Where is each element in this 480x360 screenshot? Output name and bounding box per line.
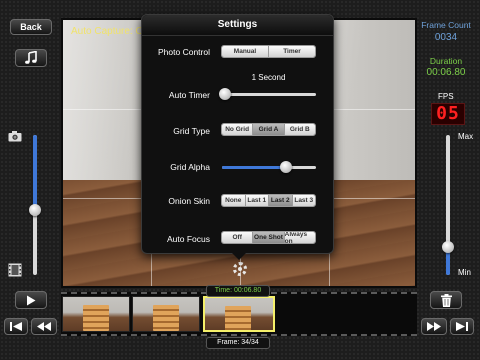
filmstrip-frame[interactable] (62, 296, 130, 332)
music-note-icon (25, 51, 37, 64)
auto-focus-label: Auto Focus (167, 234, 210, 244)
skip-to-start-icon (10, 322, 22, 331)
rewind-icon (37, 322, 51, 331)
play-button[interactable] (15, 291, 47, 309)
grid-alpha-knob[interactable] (280, 161, 292, 173)
skip-to-end-icon (456, 322, 468, 331)
fast-forward-button[interactable] (421, 318, 447, 335)
filmstrip[interactable] (61, 292, 417, 336)
onion-skin-last2[interactable]: Last 2 (269, 195, 293, 206)
photo-control-segmented[interactable]: Manual Timer (221, 45, 316, 58)
grid-alpha-slider[interactable] (222, 166, 316, 169)
delete-button[interactable] (430, 291, 462, 309)
time-tag: Time: 00:06.80 (206, 285, 270, 297)
duration-label: Duration (429, 56, 463, 66)
auto-capture-status: Auto Capture: On (71, 26, 149, 37)
auto-focus-always-on[interactable]: Always on (284, 232, 315, 243)
onion-skin-last3[interactable]: Last 3 (292, 195, 315, 206)
auto-focus-one-shot[interactable]: One Shot (253, 232, 285, 243)
skip-to-start-button[interactable] (4, 318, 28, 335)
frame-count-label: Frame Count (421, 20, 471, 30)
grid-type-label: Grid Type (173, 126, 210, 136)
auto-timer-label: Auto Timer (168, 90, 210, 100)
filmstrip-frame-current[interactable] (203, 296, 275, 332)
grid-type-segmented[interactable]: No Grid Grid A Grid B (221, 123, 316, 136)
filmstrip-frame[interactable] (132, 296, 200, 332)
photo-control-label: Photo Control (158, 47, 210, 57)
duration-value: 00:06.80 (426, 67, 466, 78)
frame-tag: Frame: 34/34 (206, 337, 270, 349)
photo-control-timer[interactable]: Timer (269, 46, 315, 57)
grid-alpha-fill (222, 166, 286, 169)
popover-arrow (232, 253, 246, 260)
fps-label: FPS (438, 92, 454, 101)
fps-display: 05 (431, 103, 465, 125)
frame-count-value: 0034 (434, 32, 458, 43)
onion-skin-none[interactable]: None (222, 195, 246, 206)
fps-min-label: Min (458, 268, 471, 277)
auto-focus-segmented[interactable]: Off One Shot Always on (221, 231, 316, 244)
skip-to-end-button[interactable] (450, 318, 474, 335)
film-icon (8, 263, 22, 277)
frame-thumbnail (153, 305, 179, 331)
auto-focus-off[interactable]: Off (222, 232, 254, 243)
frame-thumbnail (83, 305, 109, 331)
fps-slider-knob[interactable] (442, 241, 454, 253)
grid-type-a[interactable]: Grid A (253, 124, 285, 135)
auto-timer-value: 1 Second (251, 73, 286, 82)
settings-popover: Settings Photo Control Manual Timer 1 Se… (141, 14, 334, 260)
settings-title: Settings (142, 15, 333, 36)
play-icon (27, 295, 36, 305)
gear-icon[interactable] (233, 262, 247, 276)
frame-thumbnail (225, 306, 251, 330)
auto-timer-knob[interactable] (219, 88, 231, 100)
back-button[interactable]: Back (10, 19, 52, 35)
music-button[interactable] (15, 49, 47, 67)
grid-alpha-label: Grid Alpha (170, 162, 210, 172)
speed-slider-fill (33, 135, 37, 210)
camera-icon (8, 131, 22, 142)
grid-type-none[interactable]: No Grid (222, 124, 254, 135)
fast-forward-icon (427, 322, 441, 331)
onion-skin-segmented[interactable]: None Last 1 Last 2 Last 3 (221, 194, 316, 207)
photo-control-manual[interactable]: Manual (222, 46, 269, 57)
fps-max-label: Max (458, 132, 474, 141)
grid-type-b[interactable]: Grid B (284, 124, 315, 135)
onion-skin-label: Onion Skin (168, 196, 210, 206)
auto-timer-slider[interactable] (222, 93, 316, 96)
onion-skin-last1[interactable]: Last 1 (245, 195, 269, 206)
rewind-button[interactable] (31, 318, 57, 335)
speed-slider-knob[interactable] (29, 204, 41, 216)
trash-icon (440, 293, 452, 307)
